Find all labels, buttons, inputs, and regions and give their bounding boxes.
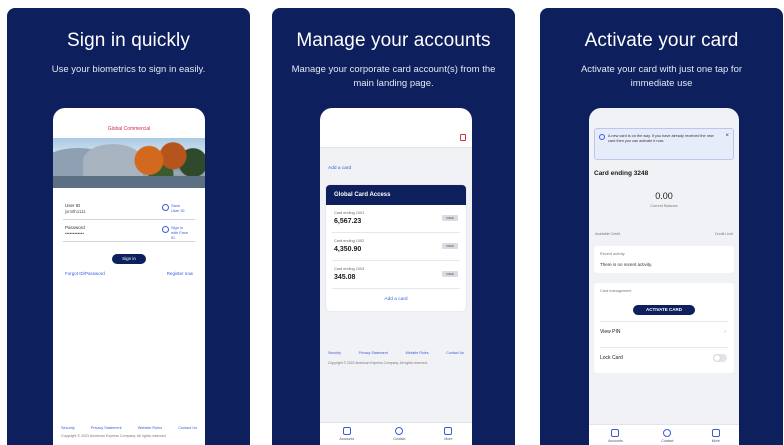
- account-label: Card ending 1003: [334, 267, 365, 271]
- view-pin-row[interactable]: View PIN ›: [600, 321, 728, 341]
- lock-card-label: Lock Card: [600, 355, 623, 361]
- account-view-button[interactable]: VIEW: [442, 271, 458, 277]
- brand-logo: Global Commercial: [107, 126, 151, 132]
- password-value: ••••••••••••: [65, 231, 84, 236]
- nav-accounts[interactable]: Accounts: [339, 427, 354, 441]
- hero-image: [53, 138, 205, 188]
- nav-label: More: [711, 439, 720, 443]
- user-id-value: jsmith1111: [65, 209, 86, 214]
- account-label: Card ending 1001: [334, 211, 365, 215]
- footer-link[interactable]: Contact Us: [446, 351, 464, 355]
- app-header: [320, 108, 472, 148]
- nav-accounts[interactable]: Accounts: [608, 429, 623, 445]
- save-user-id-label: Save User ID: [171, 203, 185, 213]
- lock-card-toggle[interactable]: [713, 354, 727, 362]
- account-label: Card ending 1002: [334, 239, 365, 243]
- available-credit-label: Available Credit: [595, 232, 621, 236]
- menu-icon: [711, 429, 720, 437]
- panel-title: Manage your accounts: [296, 30, 491, 51]
- phone-screen-accounts: Add a card Global Card Access Card endin…: [320, 108, 472, 445]
- phone-screen-activate: A new card is on the way. If you have al…: [589, 108, 739, 445]
- close-icon[interactable]: ×: [725, 133, 729, 139]
- new-card-banner: A new card is on the way. If you have al…: [594, 128, 734, 160]
- current-balance: 0.00: [655, 191, 673, 201]
- account-row[interactable]: Card ending 1001 6,567.23 VIEW: [332, 205, 460, 233]
- account-amount: 4,350.90: [334, 246, 362, 253]
- nav-label: Contact: [393, 437, 406, 441]
- panel-manage-accounts: Manage your accounts Manage your corpora…: [272, 8, 515, 445]
- nav-label: Accounts: [339, 437, 355, 441]
- card-header: Global Card Access: [326, 185, 466, 205]
- nav-label: Contact: [661, 439, 674, 443]
- credit-limit-label: Credit Limit: [714, 232, 733, 236]
- forgot-link[interactable]: Forgot ID/Password: [65, 271, 105, 276]
- nav-label: More: [444, 437, 453, 441]
- footer-link[interactable]: Privacy Statement: [359, 351, 388, 355]
- footer-link[interactable]: Contact Us: [178, 426, 197, 430]
- card-management-header: Card management: [600, 289, 632, 293]
- home-icon: [342, 427, 351, 435]
- panel-sign-in: Sign in quickly Use your biometrics to s…: [7, 8, 250, 445]
- user-id-label: User ID: [65, 203, 81, 208]
- user-id-field[interactable]: User ID jsmith1111 Save User ID: [63, 198, 195, 220]
- sign-in-button[interactable]: Sign in: [112, 254, 146, 264]
- account-amount: 345.08: [334, 274, 356, 281]
- save-user-id-toggle[interactable]: [162, 204, 169, 211]
- panel-activate-card: Activate your card Activate your card wi…: [540, 8, 783, 445]
- phone-icon: [395, 427, 404, 435]
- bottom-nav: Accounts Contact More: [589, 424, 739, 445]
- nav-label: Accounts: [608, 439, 623, 443]
- account-row[interactable]: Card ending 1002 4,350.90 VIEW: [332, 233, 460, 261]
- card-ending-title: Card ending 3248: [594, 170, 649, 177]
- biometric-label: Sign in with Face ID: [171, 225, 189, 240]
- copyright-text: Copyright © 2023 American Express Compan…: [61, 434, 167, 438]
- info-icon: [599, 134, 605, 140]
- panel-subtitle: Use your biometrics to sign in easily.: [51, 64, 206, 75]
- footer-link[interactable]: Website Rules: [138, 426, 162, 430]
- nav-contact[interactable]: Contact: [661, 429, 673, 445]
- add-card-link[interactable]: Add a card: [328, 166, 472, 171]
- chevron-right-icon: ›: [724, 329, 726, 335]
- footer-link[interactable]: Security: [328, 351, 341, 355]
- recent-activity-text: There is no recent activity.: [600, 262, 653, 267]
- biometric-toggle[interactable]: [162, 226, 169, 233]
- copyright-text: Copyright © 2023 American Express Compan…: [328, 361, 428, 365]
- password-label: Password: [65, 225, 85, 230]
- recent-activity-box: Recent activity There is no recent activ…: [594, 246, 734, 273]
- panel-subtitle: Activate your card with just one tap for…: [580, 64, 743, 89]
- account-row[interactable]: Card ending 1003 345.08 VIEW: [332, 261, 460, 289]
- account-view-button[interactable]: VIEW: [442, 215, 458, 221]
- home-icon: [611, 429, 620, 437]
- global-card-access-card: Global Card Access Card ending 1001 6,56…: [326, 185, 466, 311]
- panel-subtitle: Manage your corporate card account(s) fr…: [291, 64, 496, 89]
- recent-activity-header: Recent activity: [600, 252, 625, 256]
- lake-shape: [53, 176, 205, 188]
- activate-card-button[interactable]: ACTIVATE CARD: [633, 305, 695, 315]
- password-field[interactable]: Password •••••••••••• Sign in with Face …: [63, 220, 195, 242]
- menu-icon: [444, 427, 453, 435]
- add-card-link-bottom[interactable]: Add a card: [326, 289, 466, 311]
- footer-link[interactable]: Security: [61, 426, 75, 430]
- nav-more[interactable]: More: [712, 429, 720, 445]
- nav-more[interactable]: More: [444, 427, 453, 441]
- lock-card-row: Lock Card: [600, 347, 728, 367]
- bottom-nav: Accounts Contact More: [320, 422, 472, 445]
- register-link[interactable]: Register now: [167, 271, 193, 276]
- panel-title: Sign in quickly: [67, 30, 190, 51]
- nav-contact[interactable]: Contact: [393, 427, 405, 441]
- account-amount: 6,567.23: [334, 218, 362, 225]
- account-view-button[interactable]: VIEW: [442, 243, 458, 249]
- phone-icon: [663, 429, 672, 437]
- banner-text: A new card is on the way. If you have al…: [608, 134, 714, 143]
- footer-link[interactable]: Privacy Statement: [91, 426, 122, 430]
- footer-link[interactable]: Website Rules: [405, 351, 428, 355]
- card-management-box: Card management ACTIVATE CARD View PIN ›…: [594, 283, 734, 373]
- view-pin-label: View PIN: [600, 329, 621, 335]
- balance-label: Current Balance: [650, 204, 678, 208]
- panel-title: Activate your card: [584, 30, 739, 51]
- phone-screen-sign-in: Global Commercial User ID jsmith1111 Sav…: [53, 108, 205, 445]
- logout-icon[interactable]: [460, 134, 466, 141]
